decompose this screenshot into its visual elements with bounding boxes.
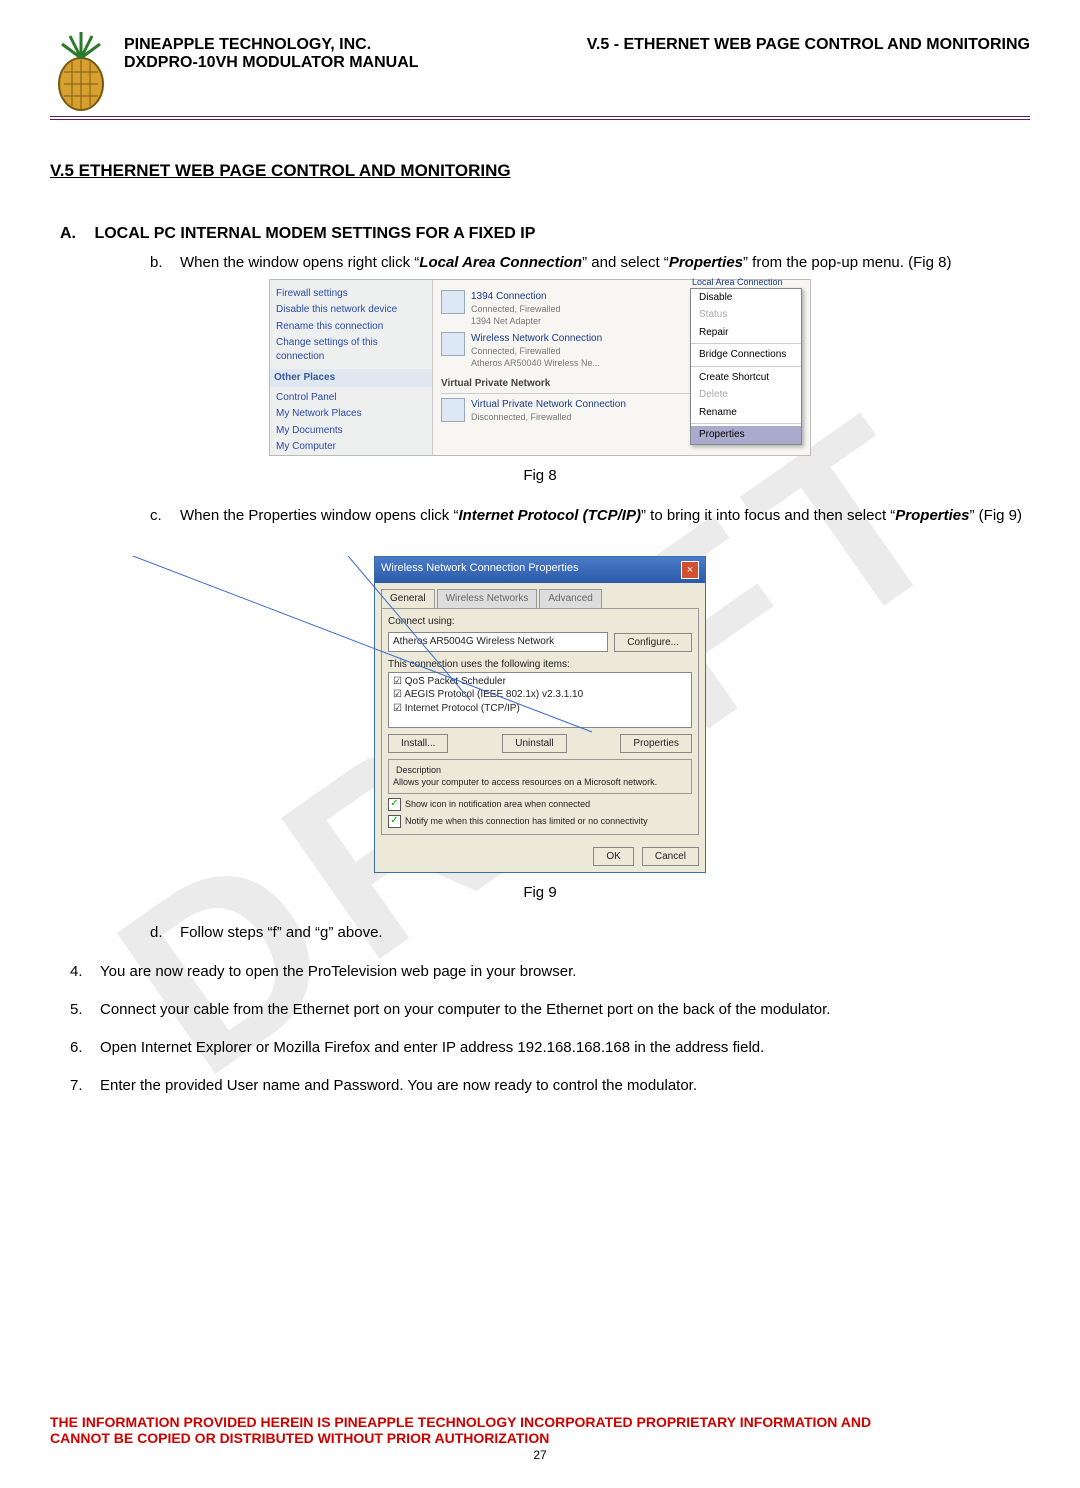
step-d-marker: d.	[150, 923, 180, 943]
step-6: 6. Open Internet Explorer or Mozilla Fir…	[70, 1038, 1030, 1058]
subsection-a-letter: A.	[60, 223, 90, 245]
ok-button[interactable]: OK	[593, 847, 633, 867]
local-area-connection-label: Local Area Connection	[692, 276, 802, 288]
connection-icon	[441, 398, 465, 422]
emphasis-local-area-connection: Local Area Connection	[419, 254, 582, 271]
step-5: 5. Connect your cable from the Ethernet …	[70, 1000, 1030, 1020]
emphasis-properties-2: Properties	[895, 507, 969, 524]
close-icon[interactable]: ×	[681, 561, 699, 579]
subsection-a: A. LOCAL PC INTERNAL MODEM SETTINGS FOR …	[60, 223, 1030, 245]
install-button[interactable]: Install...	[388, 734, 448, 754]
figure-9-container: Wireless Network Connection Properties ×…	[50, 556, 1030, 873]
uninstall-button[interactable]: Uninstall	[502, 734, 566, 754]
emphasis-properties: Properties	[669, 254, 743, 271]
cancel-button[interactable]: Cancel	[642, 847, 699, 867]
step-4: 4. You are now ready to open the ProTele…	[70, 962, 1030, 982]
page-number: 27	[50, 1448, 1030, 1462]
connection-icon	[441, 332, 465, 356]
step-c: c. When the Properties window opens clic…	[150, 506, 1030, 526]
checkbox-icon[interactable]: ✓	[388, 815, 401, 828]
page: DRAFT PINEAPPLE TECHNOLOGY, INC. DXDPRO-…	[0, 0, 1080, 1482]
checkbox-icon[interactable]: ✓	[388, 798, 401, 811]
step-b: b. When the window opens right click “Lo…	[150, 253, 1030, 273]
page-footer: THE INFORMATION PROVIDED HEREIN IS PINEA…	[50, 1414, 1030, 1462]
configure-button[interactable]: Configure...	[614, 633, 692, 653]
adapter-field: Atheros AR5004G Wireless Network	[388, 632, 608, 652]
figure-8-caption: Fig 8	[50, 466, 1030, 486]
connection-icon	[441, 290, 465, 314]
tab-general[interactable]: General	[381, 589, 435, 608]
step-c-marker: c.	[150, 506, 180, 526]
figure-8-screenshot: Firewall settings Disable this network d…	[269, 279, 811, 456]
figure-8-container: Firewall settings Disable this network d…	[50, 279, 1030, 456]
footer-line-1: THE INFORMATION PROVIDED HEREIN IS PINEA…	[50, 1414, 1030, 1430]
step-7: 7. Enter the provided User name and Pass…	[70, 1076, 1030, 1096]
figure-9-caption: Fig 9	[50, 883, 1030, 903]
subsection-a-title: LOCAL PC INTERNAL MODEM SETTINGS FOR A F…	[94, 225, 535, 242]
section-title: V.5 ETHERNET WEB PAGE CONTROL AND MONITO…	[50, 160, 1030, 183]
properties-button[interactable]: Properties	[620, 734, 692, 754]
step-d: d. Follow steps “f” and “g” above.	[150, 923, 1030, 943]
page-header: PINEAPPLE TECHNOLOGY, INC. DXDPRO-10VH M…	[50, 32, 1030, 112]
company-name: PINEAPPLE TECHNOLOGY, INC.	[124, 36, 419, 54]
dialog-title: Wireless Network Connection Properties	[381, 561, 578, 579]
protocol-list[interactable]: ☑ QoS Packet Scheduler ☑ AEGIS Protocol …	[388, 672, 692, 728]
context-menu-properties[interactable]: Properties	[691, 426, 801, 444]
manual-name: DXDPRO-10VH MODULATOR MANUAL	[124, 54, 419, 72]
tab-wireless[interactable]: Wireless Networks	[437, 589, 538, 608]
pineapple-logo-icon	[50, 32, 112, 112]
section-reference: V.5 - ETHERNET WEB PAGE CONTROL AND MONI…	[587, 36, 1030, 54]
figure-9-screenshot: Wireless Network Connection Properties ×…	[374, 556, 706, 873]
context-menu: Disable Status Repair Bridge Connections…	[690, 288, 802, 445]
footer-line-2: CANNOT BE COPIED OR DISTRIBUTED WITHOUT …	[50, 1430, 1030, 1446]
tab-advanced[interactable]: Advanced	[539, 589, 601, 608]
emphasis-internet-protocol: Internet Protocol (TCP/IP)	[458, 507, 641, 524]
step-b-marker: b.	[150, 253, 180, 273]
page-content: V.5 ETHERNET WEB PAGE CONTROL AND MONITO…	[50, 120, 1030, 1097]
